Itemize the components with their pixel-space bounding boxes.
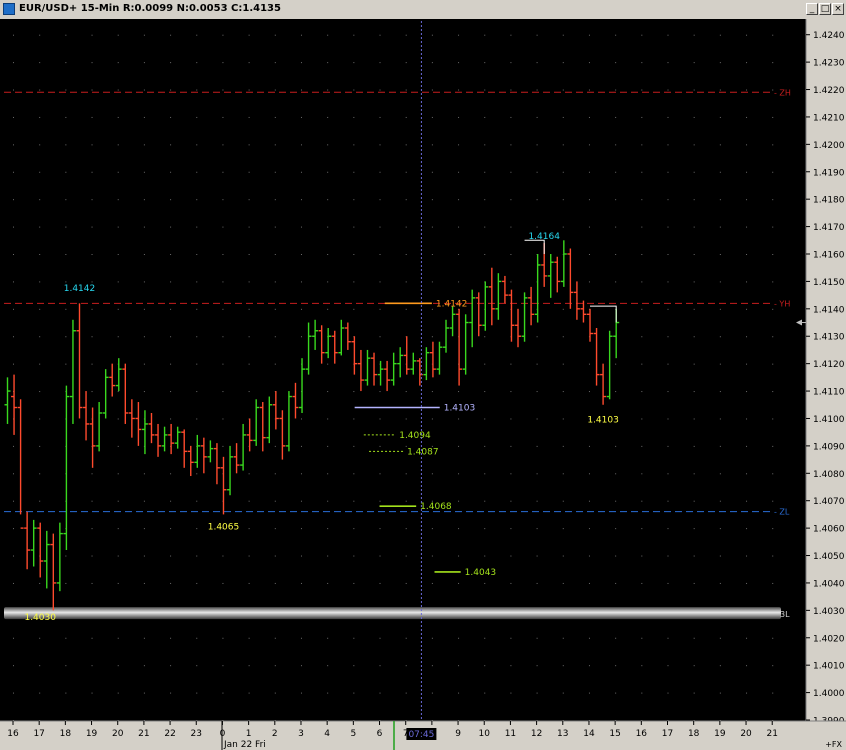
price-tick-label: 1.4180 bbox=[813, 196, 845, 206]
time-tick-label: 14 bbox=[583, 729, 595, 739]
time-tick-label: 16 bbox=[7, 729, 19, 739]
level-band-3L bbox=[4, 607, 781, 620]
price-tick-label: 1.4080 bbox=[813, 470, 845, 480]
time-tick-label: 11 bbox=[505, 729, 516, 739]
cursor-time-label: 07:45 bbox=[408, 730, 434, 740]
price-tick-label: 1.4130 bbox=[813, 333, 845, 343]
time-tick-label: 18 bbox=[60, 729, 72, 739]
target-label: 1.4068 bbox=[420, 502, 452, 512]
price-tick-label: 1.4050 bbox=[813, 552, 845, 562]
time-tick-label: 20 bbox=[740, 729, 752, 739]
target-label: 1.4043 bbox=[465, 568, 497, 578]
corner-label: +FX bbox=[825, 740, 842, 749]
level-label-3L: 3L bbox=[780, 610, 790, 619]
high-label: 1.4142 bbox=[64, 284, 96, 294]
price-tick-label: 1.4120 bbox=[813, 360, 845, 370]
time-tick-label: 21 bbox=[138, 729, 149, 739]
price-tick-label: 1.4060 bbox=[813, 525, 845, 535]
price-tick-label: 1.4220 bbox=[813, 86, 845, 96]
price-tick-label: 1.4200 bbox=[813, 141, 845, 151]
minimize-icon[interactable]: _ bbox=[806, 3, 818, 15]
price-tick-label: 1.4090 bbox=[813, 442, 845, 452]
price-tick-label: 1.4070 bbox=[813, 497, 845, 507]
level-label-ZH: - ZH bbox=[774, 88, 791, 97]
price-tick-label: 1.4030 bbox=[813, 607, 845, 617]
time-tick-label: 18 bbox=[688, 729, 700, 739]
window-title: EUR/USD+ 15-Min R:0.0099 N:0.0053 C:1.41… bbox=[19, 3, 281, 14]
low-label: 1.4030 bbox=[24, 613, 56, 623]
low-label: 1.4065 bbox=[208, 522, 240, 532]
low-label: 1.4103 bbox=[587, 415, 619, 425]
time-tick-label: 6 bbox=[377, 729, 383, 739]
price-tick-label: 1.4000 bbox=[813, 689, 845, 699]
chart-area[interactable]: - ZH - YH - ZL 3L 1.4142 1.4164 1.4065 1.4030 1.… bbox=[0, 19, 846, 750]
price-tick-label: 1.4110 bbox=[813, 388, 845, 398]
price-tick-label: 1.4160 bbox=[813, 251, 845, 261]
target-label: 1.4142 bbox=[436, 299, 468, 309]
time-tick-label: 13 bbox=[557, 729, 568, 739]
time-tick-label: 19 bbox=[86, 729, 98, 739]
time-tick-label: 9 bbox=[455, 729, 461, 739]
close-icon[interactable]: × bbox=[832, 3, 844, 15]
price-tick-label: 1.4010 bbox=[813, 662, 845, 672]
time-tick-label: 19 bbox=[714, 729, 726, 739]
app-icon[interactable] bbox=[3, 3, 15, 15]
target-label: 1.4094 bbox=[399, 431, 431, 441]
time-tick-label: 16 bbox=[636, 729, 648, 739]
chart-window: EUR/USD+ 15-Min R:0.0099 N:0.0053 C:1.41… bbox=[0, 0, 846, 750]
time-tick-label: 12 bbox=[531, 729, 542, 739]
price-tick-label: 1.4150 bbox=[813, 278, 845, 288]
maximize-icon[interactable]: □ bbox=[819, 3, 831, 15]
price-chart[interactable]: - ZH- YH- ZL3L1.41421.41641.40651.40301.… bbox=[0, 19, 846, 750]
time-tick-label: 2 bbox=[272, 729, 278, 739]
title-bar[interactable]: EUR/USD+ 15-Min R:0.0099 N:0.0053 C:1.41… bbox=[0, 0, 846, 20]
time-tick-label: 15 bbox=[609, 729, 620, 739]
price-tick-label: 1.4230 bbox=[813, 59, 845, 69]
price-tick-label: 1.4170 bbox=[813, 223, 845, 233]
target-label: 1.4087 bbox=[407, 447, 439, 457]
date-label: Jan 22 Fri bbox=[223, 740, 266, 750]
price-tick-label: 1.4210 bbox=[813, 113, 845, 123]
time-tick-label: 17 bbox=[33, 729, 44, 739]
time-tick-label: 17 bbox=[662, 729, 673, 739]
price-tick-label: 1.4020 bbox=[813, 634, 845, 644]
price-tick-label: 1.4100 bbox=[813, 415, 845, 425]
time-tick-label: 23 bbox=[191, 729, 202, 739]
level-label-YH: - YH bbox=[774, 299, 790, 308]
time-tick-label: 21 bbox=[766, 729, 777, 739]
price-tick-label: 1.4040 bbox=[813, 579, 845, 589]
time-tick-label: 5 bbox=[350, 729, 356, 739]
time-tick-label: 4 bbox=[324, 729, 330, 739]
time-tick-label: 20 bbox=[112, 729, 124, 739]
price-tick-label: 1.4140 bbox=[813, 305, 845, 315]
level-label-ZL: - ZL bbox=[774, 508, 790, 517]
time-tick-label: 10 bbox=[479, 729, 491, 739]
target-label: 1.4103 bbox=[444, 404, 476, 414]
price-tick-label: 1.4190 bbox=[813, 168, 845, 178]
time-tick-label: 3 bbox=[298, 729, 304, 739]
time-tick-label: 0 bbox=[220, 729, 226, 739]
time-tick-label: 22 bbox=[164, 729, 175, 739]
time-tick-label: 1 bbox=[246, 729, 252, 739]
price-tick-label: 1.4240 bbox=[813, 31, 845, 41]
